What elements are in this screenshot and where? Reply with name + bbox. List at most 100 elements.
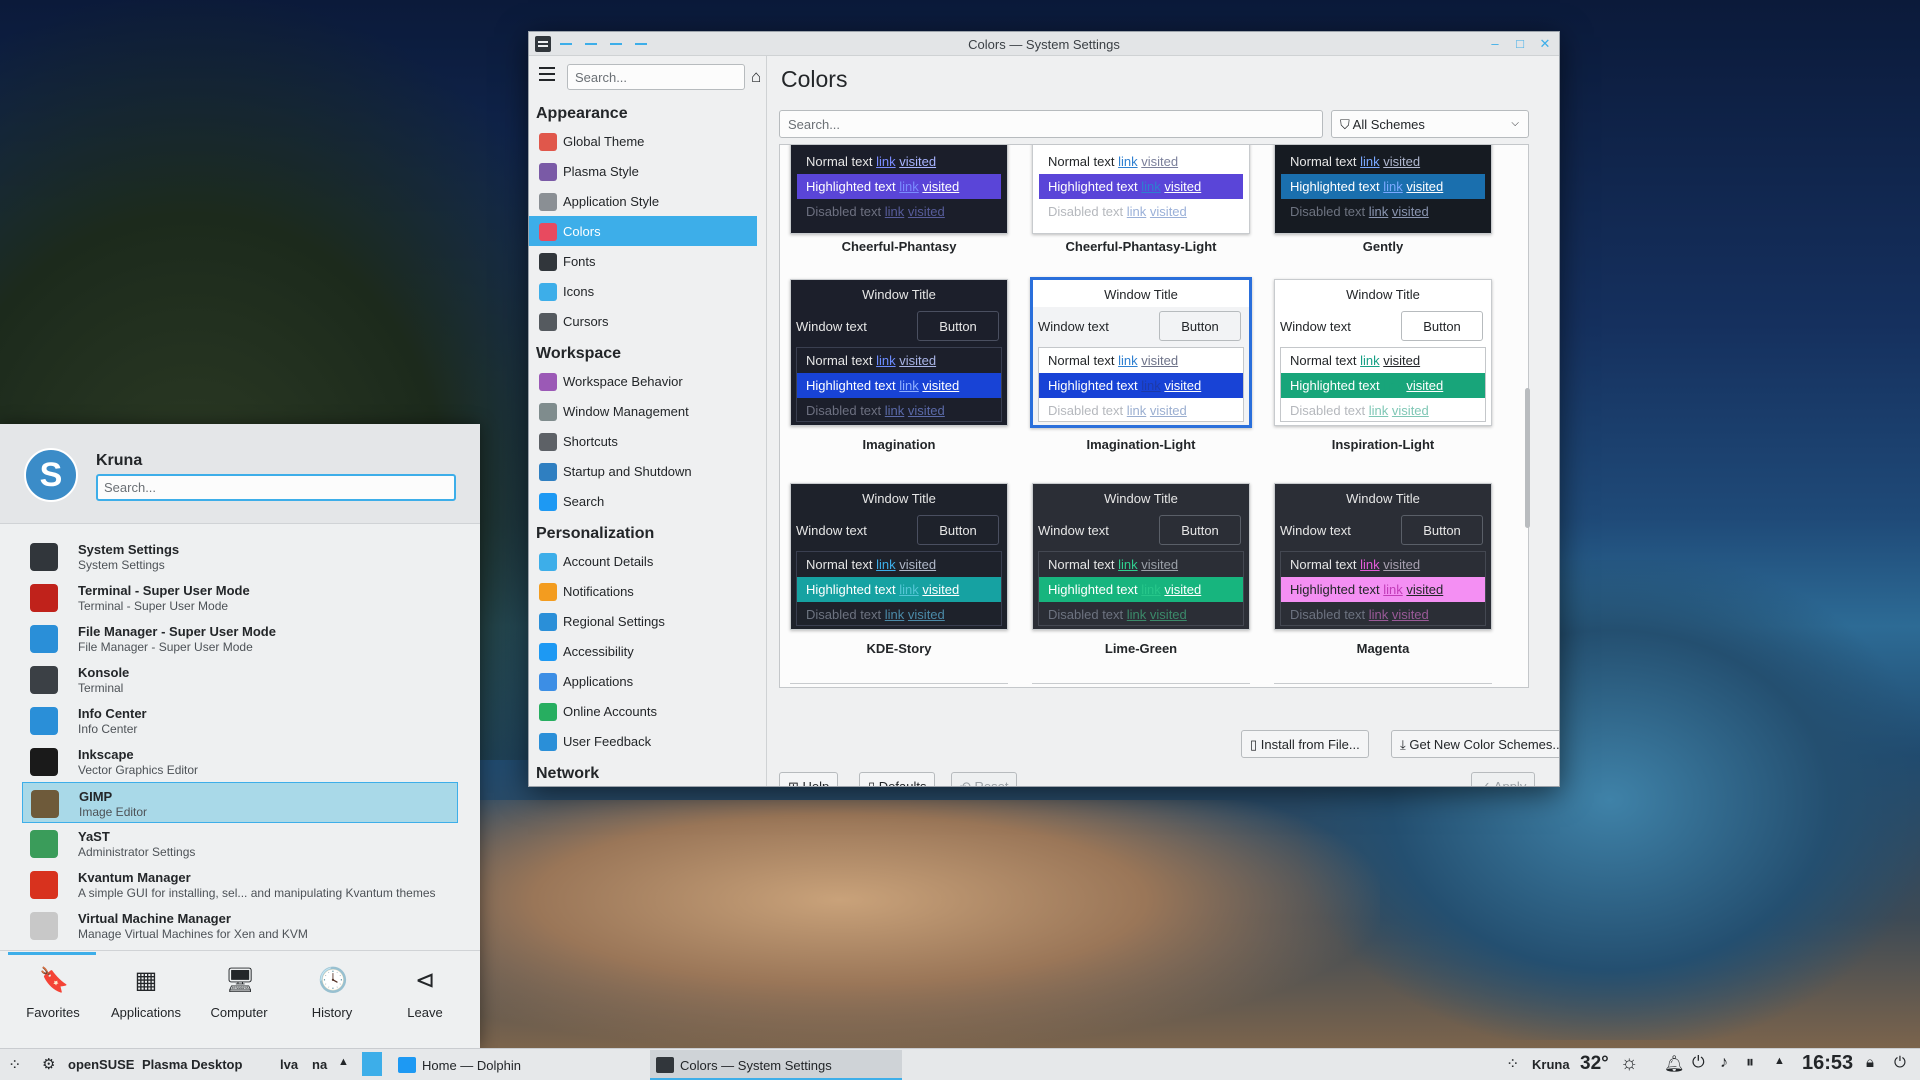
plasma-desktop-label[interactable]: Plasma Desktop [142, 1057, 242, 1072]
preview-link[interactable]: link [1360, 557, 1380, 572]
preview-visited-link[interactable]: visited [908, 204, 945, 219]
launcher-tab[interactable]: 🖥 Computer [194, 967, 284, 1020]
scheme-search-input[interactable]: Search... [779, 110, 1323, 138]
preview-visited-link[interactable]: visited [1406, 582, 1443, 597]
preview-link[interactable]: link [1360, 154, 1380, 169]
preview-link[interactable]: link [1127, 403, 1147, 418]
launcher-app-item[interactable]: Inkscape Vector Graphics Editor [22, 741, 458, 782]
sidebar-item[interactable]: Accessibility [529, 636, 757, 666]
launcher-app-item[interactable]: Kvantum Manager A simple GUI for installi… [22, 864, 458, 905]
color-scheme-card[interactable]: Normal text link visited Highlighted text… [1274, 145, 1492, 254]
sidebar-item[interactable]: Search [529, 486, 757, 516]
taskbar-task[interactable]: Colors — System Settings [650, 1050, 902, 1080]
color-scheme-card[interactable]: Window Title Window text Button Normal text… [1274, 483, 1492, 656]
install-from-file-button[interactable]: ▯ Install from File... [1241, 730, 1369, 758]
preview-link[interactable]: link [1141, 378, 1161, 393]
preview-visited-link[interactable]: visited [922, 378, 959, 393]
launcher-app-item[interactable]: GIMP Image Editor [22, 782, 458, 823]
preview-link[interactable]: link [876, 557, 896, 572]
workspace-widget-2[interactable]: na [312, 1057, 327, 1072]
launcher-tab[interactable]: ▦ Applications [101, 967, 191, 1020]
notifications-bell-icon[interactable]: 🔔︎ [1664, 1054, 1684, 1074]
preview-link[interactable]: link [1369, 204, 1389, 219]
preview-visited-link[interactable]: visited [922, 179, 959, 194]
scheme-filter-dropdown[interactable]: ⛉ All Schemes ⌵ [1331, 110, 1529, 138]
reset-button[interactable]: ↶ Reset [951, 772, 1018, 786]
lock-screen-icon[interactable]: 🔒︎ [1866, 1054, 1874, 1071]
help-button[interactable]: ⊞ Help [779, 772, 839, 786]
title-bar[interactable]: Colors — System Settings – □ ✕ [529, 32, 1559, 56]
preview-visited-link[interactable]: visited [1383, 154, 1420, 169]
preview-link[interactable]: link [1118, 557, 1138, 572]
launcher-tab[interactable]: 🔖 Favorites [8, 967, 98, 1020]
color-scheme-card[interactable]: Window Title Window text Button Normal text… [790, 483, 1008, 656]
sidebar-item[interactable]: Fonts [529, 246, 757, 276]
launcher-search-input[interactable]: Search... [96, 474, 456, 501]
activities-icon[interactable]: ⁘ [8, 1055, 21, 1075]
sidebar-item[interactable]: Regional Settings [529, 606, 757, 636]
network-icon[interactable]: ⁘ [1506, 1054, 1519, 1074]
triangle-up-icon[interactable]: ▲ [338, 1056, 349, 1068]
preview-visited-link[interactable]: visited [1392, 607, 1429, 622]
preview-link[interactable]: link [885, 607, 905, 622]
hamburger-menu-icon[interactable] [539, 67, 555, 81]
preview-visited-link[interactable]: visited [1150, 607, 1187, 622]
workspace-widget-1[interactable]: lva [280, 1057, 298, 1072]
preview-visited-link[interactable]: visited [1141, 353, 1178, 368]
color-scheme-card[interactable]: Window Title Window text Button Normal text… [1032, 483, 1250, 656]
power-management-icon[interactable]: ⏻ [1692, 1054, 1705, 1072]
tray-expand-icon[interactable]: ▲ [1774, 1055, 1785, 1067]
user-avatar[interactable] [24, 448, 78, 502]
close-button[interactable]: ✕ [1536, 35, 1554, 53]
sidebar-item[interactable]: Applications [529, 666, 757, 696]
launcher-app-item[interactable]: File Manager - Super User Mode File Manag… [22, 618, 458, 659]
preview-visited-link[interactable]: visited [1406, 179, 1443, 194]
preview-visited-link[interactable]: visited [1141, 557, 1178, 572]
color-scheme-card[interactable]: Window Title Window text Button Normal text… [1030, 277, 1252, 452]
sidebar-item[interactable]: Notifications [529, 576, 757, 606]
preview-link[interactable]: link [899, 179, 919, 194]
preview-visited-link[interactable]: visited [899, 353, 936, 368]
preview-visited-link[interactable]: visited [1150, 403, 1187, 418]
weather-temperature[interactable]: 32° [1580, 1053, 1609, 1075]
launcher-app-item[interactable]: Konsole Terminal [22, 659, 458, 700]
minimize-button[interactable]: – [1486, 35, 1504, 53]
preview-link[interactable]: link [1369, 607, 1389, 622]
launcher-app-item[interactable]: YaST Administrator Settings [22, 823, 458, 864]
launcher-app-item[interactable]: Terminal - Super User Mode Terminal - Sup… [22, 577, 458, 618]
preview-link[interactable]: link [1141, 179, 1161, 194]
preview-link[interactable]: link [1360, 353, 1380, 368]
media-pause-icon[interactable]: ⏸ [1746, 1054, 1754, 1072]
weather-sun-icon[interactable]: ☼ [1620, 1052, 1638, 1075]
sidebar-item[interactable]: Global Theme [529, 126, 757, 156]
preview-link[interactable]: link [876, 154, 896, 169]
sidebar-item[interactable]: Icons [529, 276, 757, 306]
preview-visited-link[interactable]: visited [1164, 582, 1201, 597]
sidebar-item[interactable]: Window Management [529, 396, 757, 426]
preview-link[interactable]: link [1118, 154, 1138, 169]
pager-icon[interactable] [362, 1052, 382, 1076]
preview-visited-link[interactable]: visited [908, 607, 945, 622]
launcher-tab[interactable]: ⊲ Leave [380, 967, 470, 1020]
sidebar-item[interactable]: Colors [529, 216, 757, 246]
preview-visited-link[interactable]: visited [1406, 378, 1443, 393]
opensuse-launcher-icon[interactable]: ⚙ [42, 1055, 55, 1073]
preview-link[interactable]: link [1127, 204, 1147, 219]
sidebar-item[interactable]: Online Accounts [529, 696, 757, 726]
preview-visited-link[interactable]: visited [1164, 378, 1201, 393]
sidebar-search-input[interactable]: Search... [567, 64, 745, 90]
preview-link[interactable]: link [885, 204, 905, 219]
preview-link[interactable]: link [885, 403, 905, 418]
preview-visited-link[interactable]: visited [899, 557, 936, 572]
sidebar-item[interactable]: User Feedback [529, 726, 757, 756]
preview-visited-link[interactable]: visited [899, 154, 936, 169]
sidebar-item[interactable]: Cursors [529, 306, 757, 336]
opensuse-label[interactable]: openSUSE [68, 1057, 134, 1072]
sidebar-item[interactable]: Startup and Shutdown [529, 456, 757, 486]
preview-link[interactable]: link [899, 378, 919, 393]
color-scheme-card[interactable]: Window Title Window text Button Normal text… [1274, 279, 1492, 452]
sidebar-item[interactable]: Shortcuts [529, 426, 757, 456]
sidebar-item[interactable]: Account Details [529, 546, 757, 576]
defaults-button[interactable]: ▯ Defaults [859, 772, 936, 786]
get-new-schemes-button[interactable]: ⤓ Get New Color Schemes... [1391, 730, 1559, 758]
